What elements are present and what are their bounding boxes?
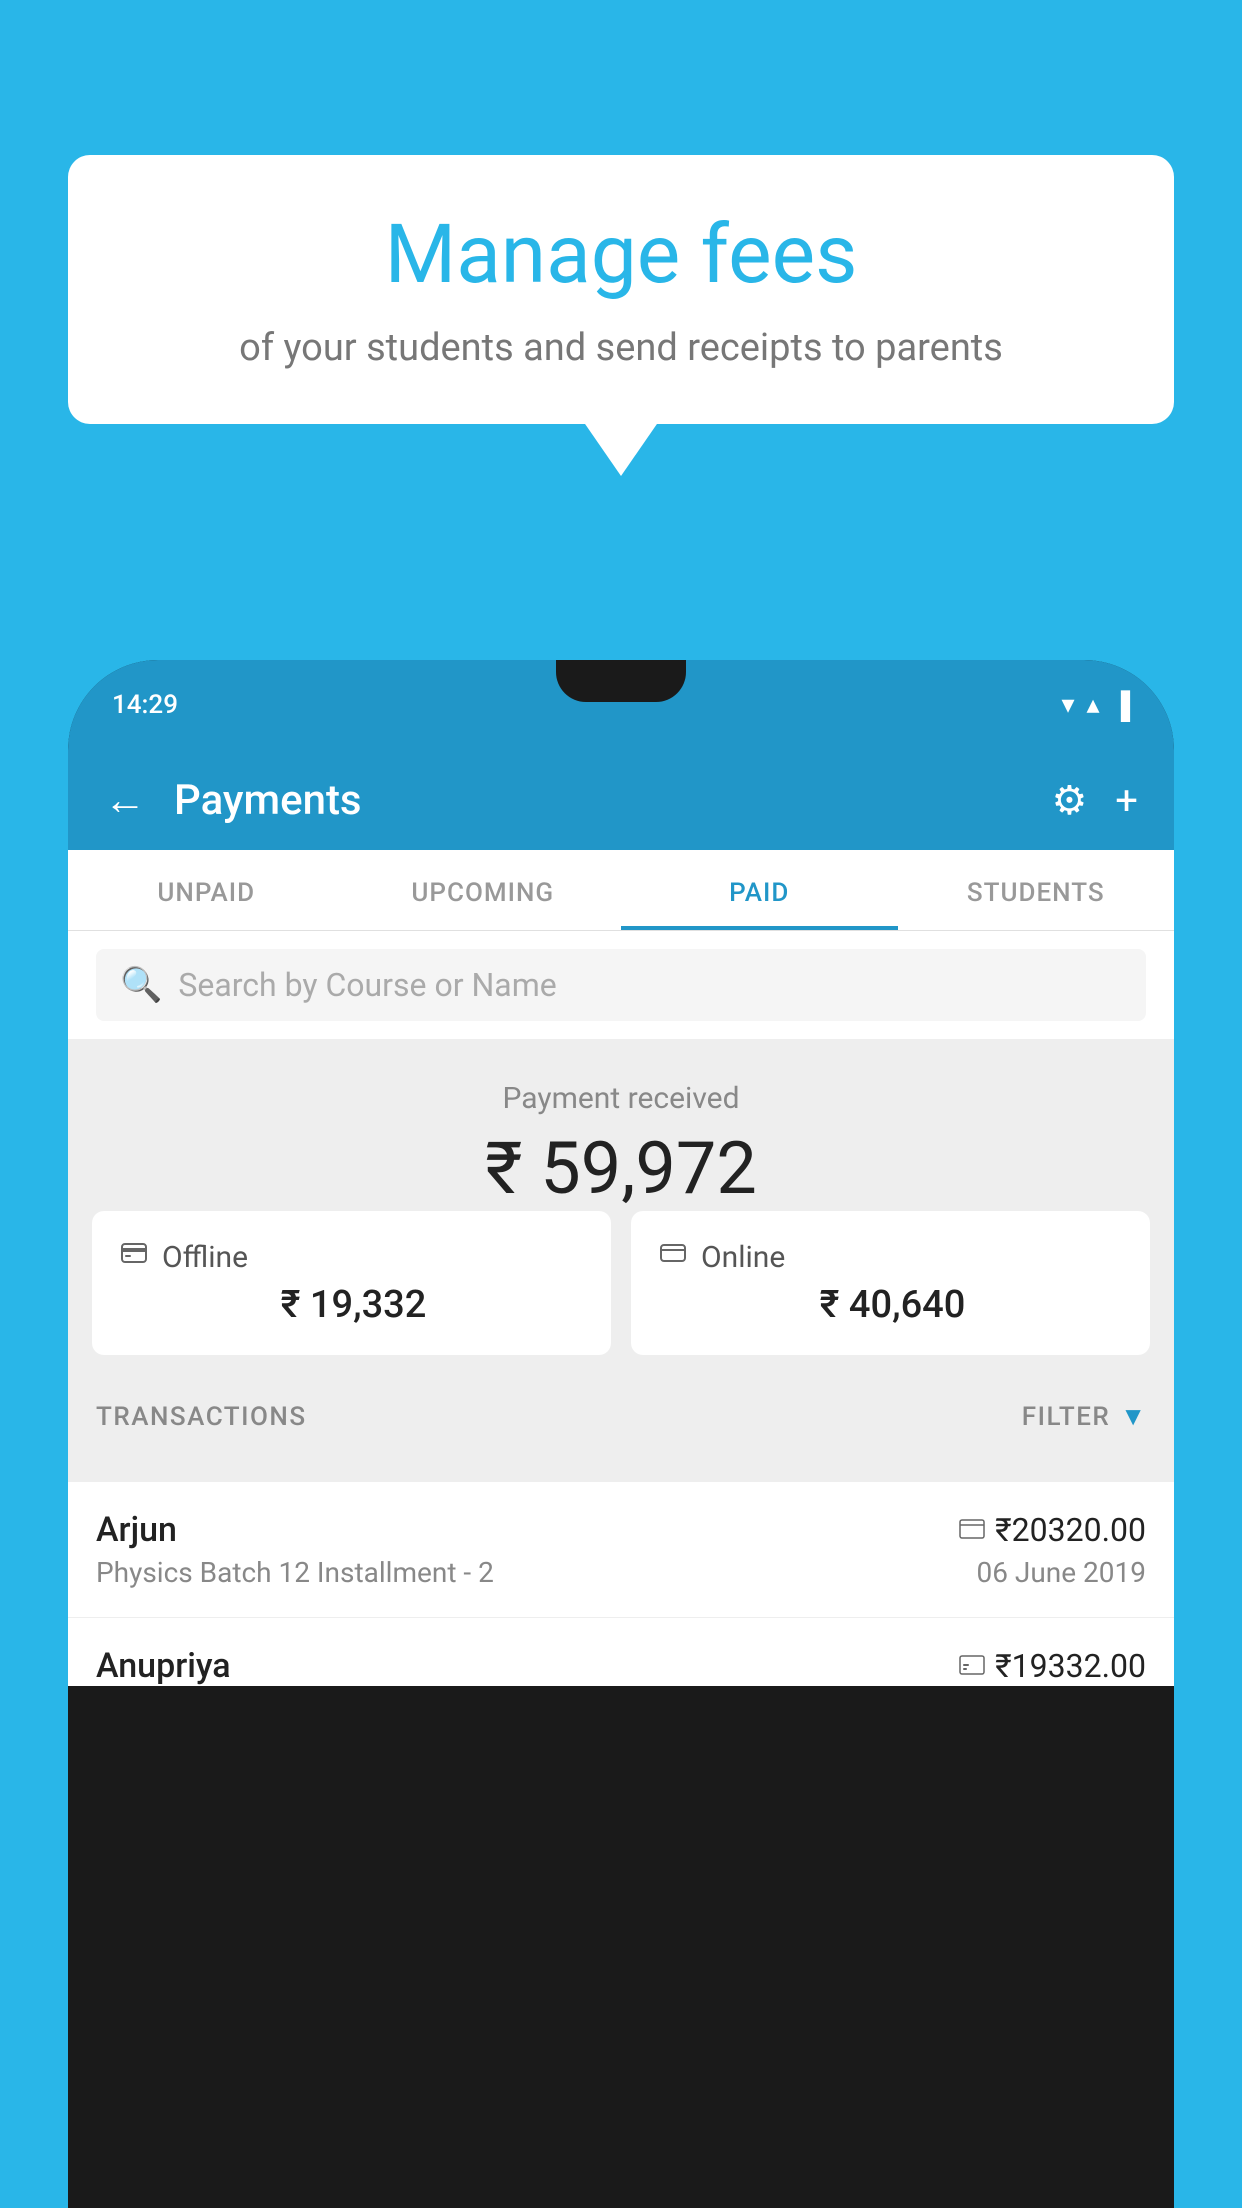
transaction-item[interactable]: Anupriya ₹19332.00 (68, 1618, 1174, 1686)
transaction-course: Physics Batch 12 Installment - 2 (96, 1556, 494, 1589)
tab-unpaid[interactable]: UNPAID (68, 850, 345, 930)
phone-frame: 14:29 ▾ ▴ ▐ ← Payments ⚙ + UNPAID UPCOMI… (68, 660, 1174, 2208)
tab-bar: UNPAID UPCOMING PAID STUDENTS (68, 850, 1174, 931)
online-card-type: Online (701, 1240, 785, 1275)
payment-received-label: Payment received (68, 1081, 1174, 1116)
search-section: 🔍 Search by Course or Name (68, 931, 1174, 1039)
transaction-amount-wrap: ₹19332.00 (959, 1647, 1146, 1685)
bubble-subtitle: of your students and send receipts to pa… (128, 324, 1114, 373)
online-card-icon (659, 1239, 687, 1275)
payment-cards: Offline ₹ 19,332 Online ₹ 40,640 (68, 1211, 1174, 1379)
status-bar: 14:29 ▾ ▴ ▐ (68, 660, 1174, 750)
offline-card-amount: ₹ 19,332 (120, 1283, 583, 1327)
transaction-amount-wrap: ₹20320.00 (959, 1511, 1146, 1549)
phone-notch (556, 660, 686, 702)
signal-icon: ▴ (1087, 690, 1100, 720)
filter-icon: ▼ (1120, 1401, 1146, 1432)
tab-paid[interactable]: PAID (621, 850, 898, 930)
app-bar: ← Payments ⚙ + (68, 750, 1174, 850)
offline-card-type: Offline (162, 1240, 248, 1275)
speech-bubble: Manage fees of your students and send re… (68, 155, 1174, 424)
transaction-list: Arjun ₹20320.00 Physics Batch 12 Install… (68, 1482, 1174, 1686)
search-icon: 🔍 (120, 965, 162, 1005)
back-button[interactable]: ← (104, 776, 146, 825)
tab-upcoming[interactable]: UPCOMING (345, 850, 622, 930)
tab-students[interactable]: STUDENTS (898, 850, 1175, 930)
filter-button[interactable]: FILTER ▼ (1022, 1401, 1146, 1432)
transaction-name: Arjun (96, 1510, 177, 1550)
payment-received-amount: ₹ 59,972 (68, 1126, 1174, 1211)
search-input[interactable]: Search by Course or Name (178, 966, 556, 1004)
online-card: Online ₹ 40,640 (631, 1211, 1150, 1355)
transaction-payment-icon (959, 1514, 985, 1547)
payment-received-section: Payment received ₹ 59,972 Offline ₹ (68, 1039, 1174, 1482)
transaction-name: Anupriya (96, 1646, 231, 1686)
transaction-amount: ₹19332.00 (995, 1647, 1146, 1685)
transaction-amount: ₹20320.00 (995, 1511, 1146, 1549)
wifi-icon: ▾ (1061, 690, 1074, 720)
filter-label: FILTER (1022, 1402, 1110, 1432)
transaction-date: 06 June 2019 (976, 1556, 1146, 1589)
transactions-label: TRANSACTIONS (96, 1402, 307, 1432)
settings-button[interactable]: ⚙ (1051, 777, 1087, 824)
search-input-wrap[interactable]: 🔍 Search by Course or Name (96, 949, 1146, 1021)
offline-card: Offline ₹ 19,332 (92, 1211, 611, 1355)
online-card-amount: ₹ 40,640 (659, 1283, 1122, 1327)
status-time: 14:29 (112, 690, 178, 720)
offline-card-icon (120, 1239, 148, 1275)
bubble-title: Manage fees (128, 210, 1114, 300)
add-button[interactable]: + (1115, 777, 1138, 824)
transactions-header: TRANSACTIONS FILTER ▼ (68, 1379, 1174, 1446)
battery-icon: ▐ (1112, 690, 1130, 721)
status-icons: ▾ ▴ ▐ (1061, 690, 1130, 721)
app-bar-title: Payments (174, 776, 1051, 825)
transaction-payment-icon (959, 1650, 985, 1683)
transaction-item[interactable]: Arjun ₹20320.00 Physics Batch 12 Install… (68, 1482, 1174, 1618)
app-bar-actions: ⚙ + (1051, 777, 1138, 824)
